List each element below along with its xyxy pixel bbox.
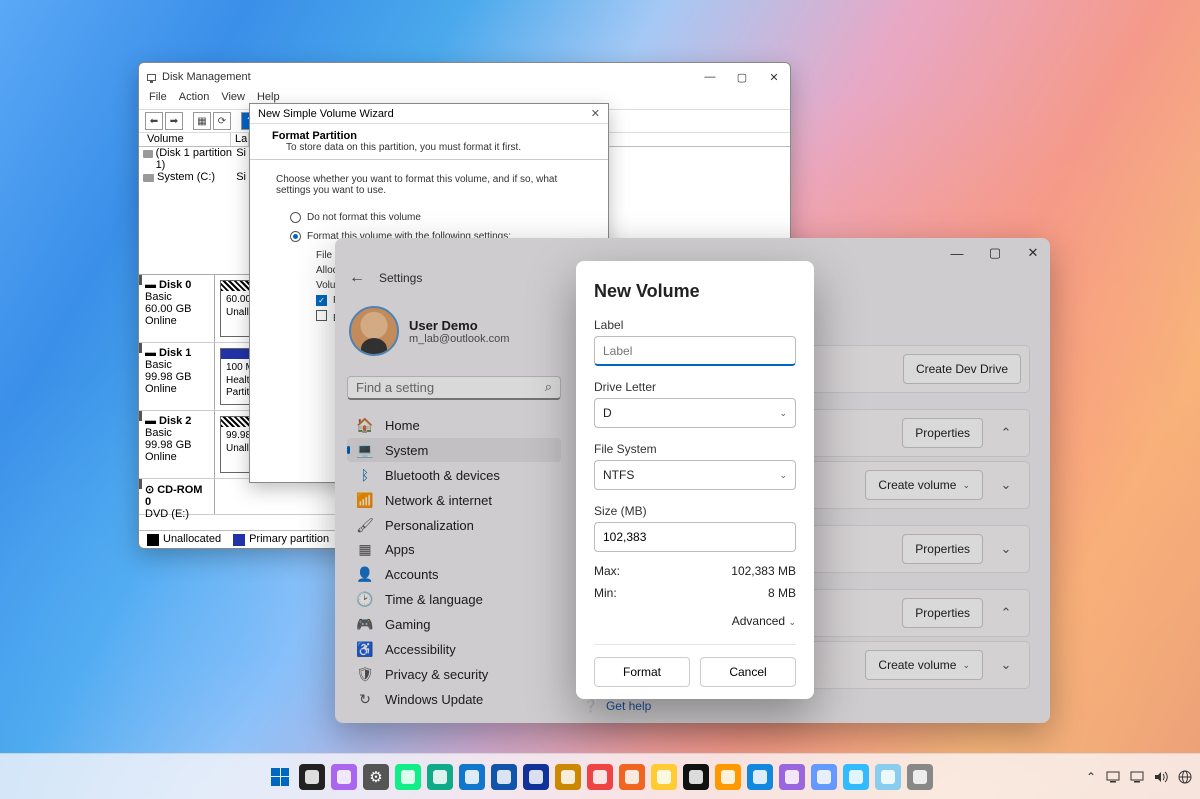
new-volume-modal: New Volume Label Drive Letter D⌄ File Sy…	[576, 261, 814, 699]
wizard-heading: Format Partition	[272, 130, 574, 142]
dm-titlebar[interactable]: Disk Management — ▢ ✕	[139, 63, 790, 91]
chevron-down-icon: ⌄	[779, 470, 787, 481]
taskbar-app-np[interactable]	[715, 764, 741, 790]
taskbar: ⚙ ⌃	[0, 753, 1200, 799]
size-label: Size (MB)	[594, 504, 796, 518]
tray-network-icon[interactable]	[1130, 771, 1144, 783]
taskbar-app-word[interactable]	[747, 764, 773, 790]
radio-no-format[interactable]: Do not format this volume	[290, 212, 568, 223]
wizard-title-text: New Simple Volume Wizard	[258, 108, 394, 120]
taskbar-app-terminal[interactable]	[683, 764, 709, 790]
radio-icon	[290, 212, 301, 223]
col-volume[interactable]: Volume	[143, 133, 231, 146]
tb-refresh-icon[interactable]: ⟳	[213, 112, 231, 130]
drive-icon	[143, 150, 153, 158]
size-min: Min:8 MB	[594, 586, 796, 600]
taskbar-app-edge2[interactable]	[427, 764, 453, 790]
taskbar-app-edge5[interactable]	[523, 764, 549, 790]
taskbar-app-settings[interactable]: ⚙	[363, 764, 389, 790]
size-max: Max:102,383 MB	[594, 564, 796, 578]
label-field-label: Label	[594, 318, 796, 332]
drive-letter-label: Drive Letter	[594, 380, 796, 394]
menu-action[interactable]: Action	[179, 91, 210, 109]
dm-title-text: Disk Management	[162, 71, 251, 83]
tray-overflow-icon[interactable]: ⌃	[1086, 770, 1096, 784]
system-tray[interactable]: ⌃	[1086, 770, 1192, 784]
filesystem-label: File System	[594, 442, 796, 456]
advanced-toggle[interactable]: Advanced ⌄	[594, 614, 796, 628]
menu-file[interactable]: File	[149, 91, 167, 109]
filesystem-select[interactable]: NTFS⌄	[594, 460, 796, 490]
tb-fwd-icon[interactable]: ➡	[165, 112, 183, 130]
checkbox-icon: ✓	[316, 295, 327, 306]
tray-language-icon[interactable]	[1178, 770, 1192, 784]
taskbar-app-explorer[interactable]	[651, 764, 677, 790]
taskbar-app-edge[interactable]	[395, 764, 421, 790]
taskbar-app-firefox[interactable]	[619, 764, 645, 790]
tray-volume-icon[interactable]	[1154, 771, 1168, 783]
taskbar-app-tasks[interactable]	[299, 764, 325, 790]
taskbar-app-paint[interactable]	[779, 764, 805, 790]
taskbar-center: ⚙	[267, 764, 933, 790]
taskbar-app-edge3[interactable]	[459, 764, 485, 790]
taskbar-app-img[interactable]	[843, 764, 869, 790]
taskbar-app-edge6[interactable]	[555, 764, 581, 790]
tb-back-icon[interactable]: ⬅	[145, 112, 163, 130]
format-button[interactable]: Format	[594, 657, 690, 687]
tray-monitor-icon[interactable]	[1106, 771, 1120, 783]
taskbar-app-ai2[interactable]	[875, 764, 901, 790]
label-input[interactable]	[594, 336, 796, 366]
wizard-titlebar[interactable]: New Simple Volume Wizard ✕	[250, 104, 608, 124]
tb-grid-icon[interactable]: ▦	[193, 112, 211, 130]
wizard-subheading: To store data on this partition, you mus…	[272, 142, 574, 153]
close-icon[interactable]: ✕	[591, 107, 600, 120]
checkbox-icon	[316, 310, 327, 321]
wizard-question: Choose whether you want to format this v…	[276, 174, 582, 196]
taskbar-app-ai[interactable]	[811, 764, 837, 790]
taskbar-app-copilot[interactable]	[331, 764, 357, 790]
taskbar-app-dev[interactable]	[907, 764, 933, 790]
maximize-icon[interactable]: ▢	[734, 71, 750, 84]
taskbar-app-chrome[interactable]	[587, 764, 613, 790]
size-input[interactable]	[594, 522, 796, 552]
menu-view[interactable]: View	[221, 91, 245, 109]
chevron-down-icon: ⌄	[779, 408, 787, 419]
modal-title: New Volume	[594, 281, 796, 302]
close-icon[interactable]: ✕	[766, 71, 782, 84]
drive-letter-select[interactable]: D⌄	[594, 398, 796, 428]
size-field[interactable]	[603, 530, 787, 544]
minimize-icon[interactable]: —	[702, 71, 718, 84]
col-layout[interactable]: La	[231, 133, 249, 146]
radio-icon	[290, 231, 301, 242]
cancel-button[interactable]: Cancel	[700, 657, 796, 687]
label-field[interactable]	[603, 344, 787, 358]
taskbar-app-start[interactable]	[267, 764, 293, 790]
taskbar-app-edge4[interactable]	[491, 764, 517, 790]
dm-app-icon	[147, 74, 156, 81]
chevron-down-icon: ⌄	[788, 617, 796, 627]
drive-icon	[143, 174, 154, 182]
